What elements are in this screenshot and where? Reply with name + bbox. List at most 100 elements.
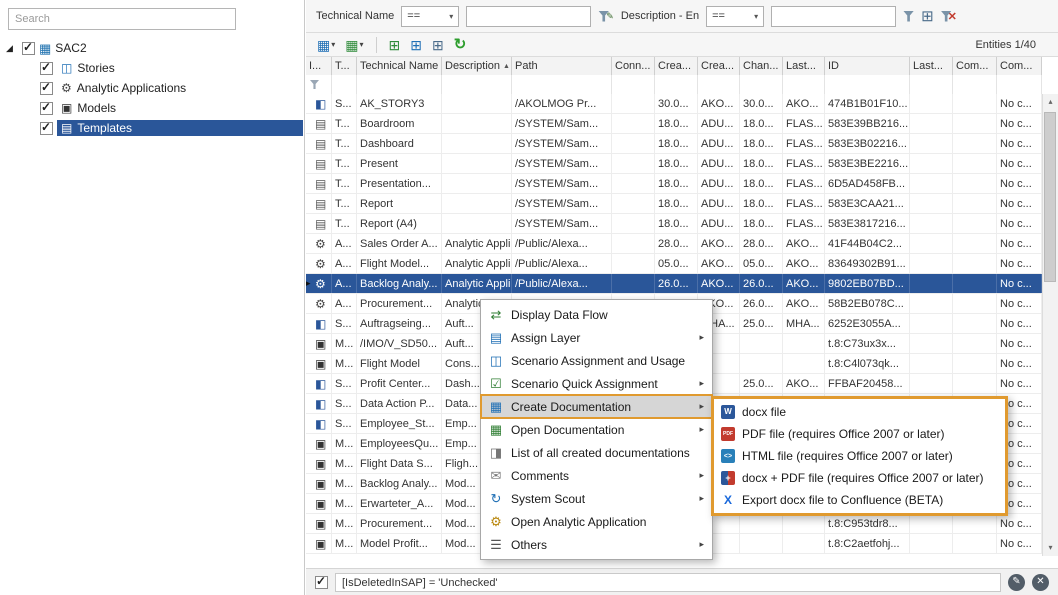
filter-icon[interactable] bbox=[903, 11, 914, 22]
column-layout-icon[interactable]: ⊞ bbox=[921, 9, 934, 24]
menu-item-assign-layer[interactable]: ▤Assign Layer▸ bbox=[481, 326, 712, 349]
menu-item-comments[interactable]: ✉Comments▸ bbox=[481, 464, 712, 487]
menu-item-others[interactable]: ☰Others▸ bbox=[481, 533, 712, 556]
column-header-description-3[interactable]: Description▲ bbox=[442, 57, 512, 75]
column-header-conn-5[interactable]: Conn... bbox=[612, 57, 655, 75]
clear-filter-button[interactable]: ✕ bbox=[1032, 574, 1049, 591]
menu-item-list-of-all-created-documentations[interactable]: ◨List of all created documentations bbox=[481, 441, 712, 464]
filter-cell-2[interactable] bbox=[357, 75, 442, 94]
tree-root-checkbox[interactable] bbox=[22, 42, 35, 55]
expand-arrow-icon[interactable]: ◢ bbox=[6, 43, 18, 54]
table-row[interactable]: ▤T...Boardroom/SYSTEM/Sam...18.0...ADU..… bbox=[306, 114, 1042, 134]
cell-icon: ▣ bbox=[306, 454, 332, 473]
scroll-up-arrow[interactable]: ▴ bbox=[1043, 94, 1058, 110]
clear-filters-icon[interactable]: ✕ bbox=[941, 10, 957, 23]
table-filter-row bbox=[306, 75, 1042, 95]
export-excel-button[interactable]: ⊞ bbox=[386, 37, 404, 53]
scroll-down-arrow[interactable]: ▾ bbox=[1043, 540, 1058, 556]
table-row[interactable]: ▤T...Report/SYSTEM/Sam...18.0...ADU...18… bbox=[306, 194, 1042, 214]
export-table-button[interactable]: ⊞ bbox=[429, 37, 447, 53]
search-input[interactable] bbox=[8, 8, 236, 30]
table-row[interactable]: ▸⚙A...Backlog Analy...Analytic Appli.../… bbox=[306, 274, 1042, 294]
apply-filter-icon[interactable]: ✎ bbox=[598, 11, 614, 22]
column-header-t-1[interactable]: T... bbox=[332, 57, 357, 75]
cell-id: t.8:C953tdr8... bbox=[825, 514, 910, 533]
submenu-item-docx-file[interactable]: Wdocx file bbox=[714, 401, 1005, 423]
column-header-com-13[interactable]: Com... bbox=[997, 57, 1042, 75]
checkbox[interactable] bbox=[40, 82, 53, 95]
filter-cell-7[interactable] bbox=[698, 75, 740, 94]
checkbox[interactable] bbox=[40, 102, 53, 115]
filter-cell-1[interactable] bbox=[332, 75, 357, 94]
table-row[interactable]: ⚙A...Flight Model...Analytic Appli.../Pu… bbox=[306, 254, 1042, 274]
column-header-chan-8[interactable]: Chan... bbox=[740, 57, 783, 75]
menu-item-open-documentation[interactable]: ▦Open Documentation▸ bbox=[481, 418, 712, 441]
tree-item-analytic-applications[interactable]: ⚙Analytic Applications bbox=[0, 78, 303, 98]
table-row[interactable]: ▤T...Dashboard/SYSTEM/Sam...18.0...ADU..… bbox=[306, 134, 1042, 154]
column-header-crea-6[interactable]: Crea... bbox=[655, 57, 698, 75]
create-documentation-button[interactable]: ▦ ▾ bbox=[314, 37, 338, 53]
table-row[interactable]: ◧S...AK_STORY3/AKOLMOG Pr...30.0...AKO..… bbox=[306, 94, 1042, 114]
tree-item-templates[interactable]: ▤Templates bbox=[0, 118, 303, 138]
cell-path: /AKOLMOG Pr... bbox=[512, 94, 612, 113]
tree-item-models[interactable]: ▣Models bbox=[0, 98, 303, 118]
column-header-last-11[interactable]: Last... bbox=[910, 57, 953, 75]
menu-item-display-data-flow[interactable]: ⇄Display Data Flow bbox=[481, 303, 712, 326]
menu-item-system-scout[interactable]: ↻System Scout▸ bbox=[481, 487, 712, 510]
filter-value-input-description[interactable] bbox=[771, 6, 896, 27]
model-icon: ▣ bbox=[315, 358, 326, 370]
checkbox[interactable] bbox=[40, 122, 53, 135]
filter-cell-12[interactable] bbox=[953, 75, 997, 94]
cell-type: M... bbox=[332, 434, 357, 453]
chevron-down-icon: ▾ bbox=[754, 12, 758, 21]
tree-children: ◫Stories⚙Analytic Applications▣Models▤Te… bbox=[0, 58, 303, 138]
filter-cell-8[interactable] bbox=[740, 75, 783, 94]
filter-cell-0[interactable] bbox=[306, 75, 332, 94]
cell-path: /SYSTEM/Sam... bbox=[512, 114, 612, 133]
filter-cell-9[interactable] bbox=[783, 75, 825, 94]
operator-dropdown-technical-name[interactable]: == ▾ bbox=[401, 6, 459, 27]
submenu-item-docx-pdf-file-requires-office-2007-or-later[interactable]: +docx + PDF file (requires Office 2007 o… bbox=[714, 467, 1005, 489]
filter-cell-6[interactable] bbox=[655, 75, 698, 94]
operator-dropdown-description[interactable]: == ▾ bbox=[706, 6, 764, 27]
cell-crea1: 26.0... bbox=[655, 274, 698, 293]
submenu-item-export-docx-file-to-confluence-beta[interactable]: XExport docx file to Confluence (BETA) bbox=[714, 489, 1005, 511]
menu-item-scenario-quick-assignment[interactable]: ☑Scenario Quick Assignment▸ bbox=[481, 372, 712, 395]
tree-item-sac2[interactable]: ◢ ▦ SAC2 bbox=[0, 38, 303, 58]
menu-item-create-documentation[interactable]: ▦Create Documentation▸ bbox=[481, 395, 712, 418]
column-header-path-4[interactable]: Path bbox=[512, 57, 612, 75]
column-header-last-9[interactable]: Last... bbox=[783, 57, 825, 75]
submenu-item-pdf-file-requires-office-2007-or-later[interactable]: PDFPDF file (requires Office 2007 or lat… bbox=[714, 423, 1005, 445]
menu-item-scenario-assignment-and-usage[interactable]: ◫Scenario Assignment and Usage bbox=[481, 349, 712, 372]
table-row[interactable]: ▤T...Report (A4)/SYSTEM/Sam...18.0...ADU… bbox=[306, 214, 1042, 234]
system-scout-icon: ↻ bbox=[488, 492, 504, 505]
column-header-id-10[interactable]: ID bbox=[825, 57, 910, 75]
table-row[interactable]: ⚙A...Sales Order A...Analytic Appli.../P… bbox=[306, 234, 1042, 254]
table-row[interactable]: ▤T...Presentation.../SYSTEM/Sam...18.0..… bbox=[306, 174, 1042, 194]
checkbox[interactable] bbox=[40, 62, 53, 75]
tree-item-stories[interactable]: ◫Stories bbox=[0, 58, 303, 78]
open-documentation-button[interactable]: ▦ ▾ bbox=[342, 37, 366, 53]
status-filter-checkbox[interactable] bbox=[315, 576, 328, 589]
cell-icon: ▸⚙ bbox=[306, 274, 332, 293]
filter-cell-4[interactable] bbox=[512, 75, 612, 94]
filter-cell-13[interactable] bbox=[997, 75, 1042, 94]
filter-cell-3[interactable] bbox=[442, 75, 512, 94]
edit-filter-button[interactable]: ✎ bbox=[1008, 574, 1025, 591]
vertical-scrollbar[interactable]: ▴ ▾ bbox=[1042, 94, 1058, 556]
refresh-button[interactable]: ↻ bbox=[451, 36, 470, 53]
column-header-i-0[interactable]: I... bbox=[306, 57, 332, 75]
filter-cell-5[interactable] bbox=[612, 75, 655, 94]
filter-cell-10[interactable] bbox=[825, 75, 910, 94]
column-header-technical-name-2[interactable]: Technical Name bbox=[357, 57, 442, 75]
submenu-item-html-file-requires-office-2007-or-later[interactable]: <>HTML file (requires Office 2007 or lat… bbox=[714, 445, 1005, 467]
copy-table-button[interactable]: ⊞ bbox=[407, 37, 425, 53]
table-row[interactable]: ▤T...Present/SYSTEM/Sam...18.0...ADU...1… bbox=[306, 154, 1042, 174]
menu-item-open-analytic-application[interactable]: ⚙Open Analytic Application bbox=[481, 510, 712, 533]
column-header-crea-7[interactable]: Crea... bbox=[698, 57, 740, 75]
cell-type: A... bbox=[332, 294, 357, 313]
filter-value-input-technical-name[interactable] bbox=[466, 6, 591, 27]
column-header-com-12[interactable]: Com... bbox=[953, 57, 997, 75]
scroll-thumb[interactable] bbox=[1044, 112, 1056, 282]
filter-cell-11[interactable] bbox=[910, 75, 953, 94]
